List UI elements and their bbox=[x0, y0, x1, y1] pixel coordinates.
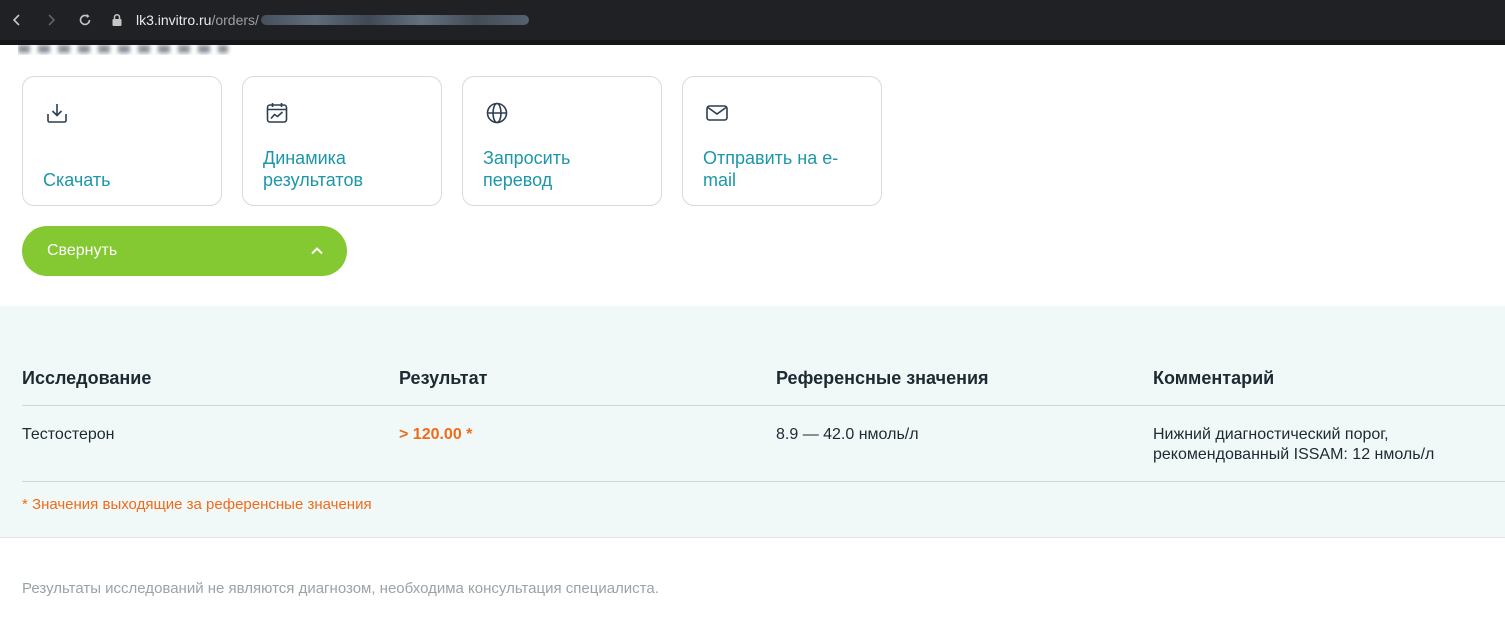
url-host: lk3.invitro.ru bbox=[136, 12, 212, 28]
send-email-label: Отправить на e- mail bbox=[703, 148, 839, 190]
results-dynamics-card[interactable]: Динамика результатов bbox=[242, 76, 442, 206]
order-number-fragment bbox=[18, 45, 233, 55]
test-result: > 120.00 * bbox=[399, 426, 473, 443]
download-icon bbox=[44, 100, 70, 126]
results-dynamics-label: Динамика результатов bbox=[263, 148, 364, 190]
header-divider bbox=[22, 405, 1505, 406]
url-redacted-id bbox=[260, 15, 529, 25]
header-comment: Комментарий bbox=[1153, 368, 1275, 388]
collapse-button[interactable]: Свернуть bbox=[22, 226, 347, 276]
forward-button[interactable] bbox=[34, 0, 68, 40]
disclaimer-text: Результаты исследований не являются диаг… bbox=[22, 580, 659, 597]
request-translation-card[interactable]: Запросить перевод bbox=[462, 76, 662, 206]
header-result: Результат bbox=[399, 368, 488, 388]
row-divider bbox=[22, 481, 1505, 482]
header-reference: Референсные значения bbox=[776, 368, 989, 388]
header-test: Исследование bbox=[22, 368, 152, 388]
lock-icon bbox=[110, 13, 124, 27]
browser-toolbar: lk3.invitro.ru/orders/ bbox=[0, 0, 1505, 40]
back-arrow-icon bbox=[12, 14, 20, 26]
globe-icon bbox=[484, 100, 510, 126]
download-label: Скачать bbox=[43, 170, 111, 190]
action-cards: Скачать Динамика результатов Запросить п… bbox=[22, 76, 882, 206]
request-translation-label: Запросить перевод bbox=[483, 148, 571, 190]
forward-arrow-icon bbox=[48, 14, 56, 26]
test-name: Тестостерон bbox=[22, 426, 115, 443]
envelope-icon bbox=[704, 100, 730, 126]
result-comment: Нижний диагностический порог, рекомендов… bbox=[1153, 426, 1435, 463]
url-path: /orders/ bbox=[211, 12, 259, 28]
collapse-button-label: Свернуть bbox=[47, 242, 118, 259]
address-bar[interactable]: lk3.invitro.ru/orders/ bbox=[110, 12, 529, 28]
reload-button[interactable] bbox=[68, 0, 102, 40]
download-card[interactable]: Скачать bbox=[22, 76, 222, 206]
calendar-chart-icon bbox=[264, 100, 290, 126]
out-of-range-footnote: * Значения выходящие за референсные знач… bbox=[22, 496, 372, 513]
reload-icon bbox=[79, 14, 91, 26]
chevron-up-icon bbox=[309, 243, 325, 259]
back-button[interactable] bbox=[0, 0, 34, 40]
table-header: Исследование Результат Референсные значе… bbox=[22, 368, 1505, 406]
reference-range: 8.9 — 42.0 нмоль/л bbox=[776, 426, 919, 443]
send-email-card[interactable]: Отправить на e- mail bbox=[682, 76, 882, 206]
